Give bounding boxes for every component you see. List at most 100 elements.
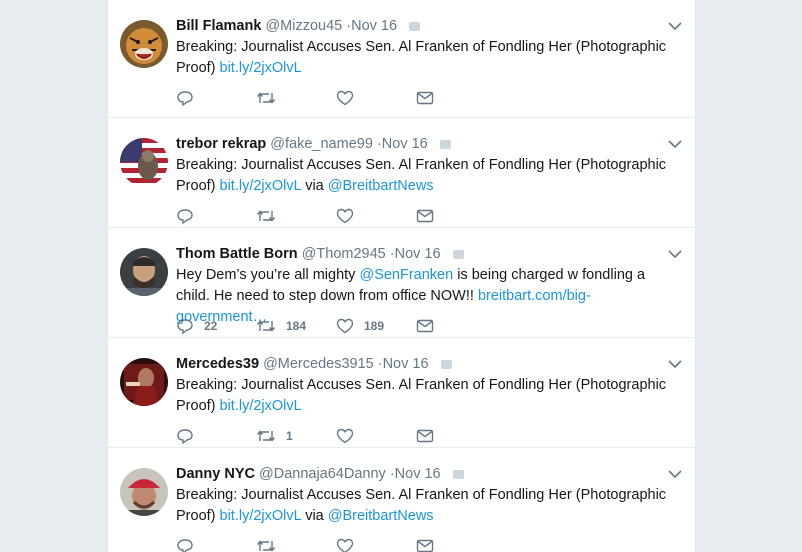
tiger-avatar[interactable]	[120, 20, 168, 68]
retweet-button[interactable]: 1	[256, 426, 293, 446]
retweet-button[interactable]	[256, 88, 276, 108]
reply-button[interactable]: 22	[176, 316, 217, 336]
user-handle[interactable]: @Mercedes3915	[263, 356, 374, 372]
heart-icon	[336, 318, 354, 334]
tweet-stream: Bill Flamank @Mizzou45 ·Nov 16 Breaking:…	[107, 0, 696, 552]
tweet-text-mid: via	[301, 508, 328, 524]
chevron-down-icon[interactable]	[667, 466, 683, 482]
tweet-content: trebor rekrap @fake_name99 ·Nov 16 Break…	[176, 134, 683, 225]
flag-avatar[interactable]	[120, 138, 168, 186]
direct-message-button[interactable]	[416, 536, 434, 552]
chevron-down-icon[interactable]	[667, 246, 683, 262]
translate-icon	[409, 21, 421, 31]
reply-icon	[177, 539, 193, 552]
like-button[interactable]	[336, 426, 354, 446]
retweet-button[interactable]: 184	[256, 316, 306, 336]
direct-message-button[interactable]	[416, 426, 434, 446]
tweet-content: Danny NYC @Dannaja64Danny ·Nov 16 Breaki…	[176, 464, 683, 552]
reply-count: 22	[204, 319, 218, 333]
reply-icon	[177, 429, 193, 445]
retweet-icon	[256, 540, 276, 552]
like-button[interactable]	[336, 536, 354, 552]
tweet-link[interactable]: bit.ly/2jxOlvL	[220, 508, 302, 524]
tweet-text-body: Hey Dem’s you’re all mighty	[176, 267, 360, 283]
tweet-item[interactable]: Mercedes39 @Mercedes3915 ·Nov 16 Breakin…	[108, 338, 695, 448]
reply-icon	[177, 209, 193, 225]
user-handle[interactable]: @Thom2945	[302, 246, 386, 262]
chevron-down-icon[interactable]	[667, 18, 683, 34]
tweet-actions	[176, 536, 516, 552]
chevron-down-icon[interactable]	[667, 136, 683, 152]
user-fullname[interactable]: trebor rekrap	[176, 136, 266, 152]
user-fullname[interactable]: Danny NYC	[176, 466, 255, 482]
tweet-link[interactable]: bit.ly/2jxOlvL	[220, 178, 302, 194]
heart-icon	[336, 428, 354, 444]
mention-link[interactable]: @BreitbartNews	[328, 508, 434, 524]
retweet-button[interactable]	[256, 536, 276, 552]
reply-button[interactable]	[176, 88, 194, 108]
tweet-header: Danny NYC @Dannaja64Danny ·Nov 16	[176, 464, 683, 484]
retweet-button[interactable]	[256, 206, 276, 226]
user-fullname[interactable]: Bill Flamank	[176, 18, 261, 34]
tweet-text: Breaking: Journalist Accuses Sen. Al Fra…	[176, 155, 676, 197]
tweet-text: Breaking: Journalist Accuses Sen. Al Fra…	[176, 375, 676, 417]
envelope-icon	[416, 319, 434, 333]
like-button[interactable]: 189	[336, 316, 384, 336]
heart-icon	[336, 538, 354, 552]
tweet-link[interactable]: bit.ly/2jxOlvL	[220, 60, 302, 76]
retweet-icon	[256, 430, 276, 442]
direct-message-button[interactable]	[416, 206, 434, 226]
direct-message-button[interactable]	[416, 88, 434, 108]
user-fullname[interactable]: Thom Battle Born	[176, 246, 298, 262]
tweet-text-mid: via	[301, 178, 328, 194]
tweet-actions: 22 184 189	[176, 316, 516, 336]
reply-icon	[177, 319, 193, 335]
reply-button[interactable]	[176, 426, 194, 446]
like-button[interactable]	[336, 206, 354, 226]
cap-avatar[interactable]	[120, 468, 168, 516]
like-count: 189	[364, 319, 385, 333]
reply-button[interactable]	[176, 206, 194, 226]
tweet-content: Mercedes39 @Mercedes3915 ·Nov 16 Breakin…	[176, 354, 683, 445]
tweet-actions	[176, 88, 516, 108]
user-handle[interactable]: @Mizzou45	[265, 18, 342, 34]
mention-link[interactable]: @BreitbartNews	[328, 178, 434, 194]
chevron-down-icon[interactable]	[667, 356, 683, 372]
tweet-timestamp[interactable]: Nov 16	[351, 18, 397, 34]
user-fullname[interactable]: Mercedes39	[176, 356, 259, 372]
tweet-content: Bill Flamank @Mizzou45 ·Nov 16 Breaking:…	[176, 16, 683, 107]
translate-icon	[440, 359, 452, 369]
reply-icon	[177, 91, 193, 107]
tweet-timestamp[interactable]: Nov 16	[383, 356, 429, 372]
tweet-item[interactable]: trebor rekrap @fake_name99 ·Nov 16 Break…	[108, 118, 695, 228]
tweet-actions	[176, 206, 516, 226]
retweet-count: 1	[286, 429, 293, 443]
envelope-icon	[416, 539, 434, 552]
envelope-icon	[416, 209, 434, 223]
tweet-item[interactable]: Bill Flamank @Mizzou45 ·Nov 16 Breaking:…	[108, 0, 695, 118]
tweet-timestamp[interactable]: Nov 16	[395, 466, 441, 482]
user-handle[interactable]: @fake_name99	[270, 136, 373, 152]
mention-link[interactable]: @SenFranken	[359, 267, 453, 283]
tweet-item[interactable]: Thom Battle Born @Thom2945 ·Nov 16 Hey D…	[108, 228, 695, 338]
reply-button[interactable]	[176, 536, 194, 552]
tweet-link[interactable]: bit.ly/2jxOlvL	[220, 398, 302, 414]
retweet-icon	[256, 210, 276, 222]
like-button[interactable]	[336, 88, 354, 108]
translate-icon	[439, 139, 451, 149]
retweet-count: 184	[286, 319, 307, 333]
tweet-header: Bill Flamank @Mizzou45 ·Nov 16	[176, 16, 683, 36]
direct-message-button[interactable]	[416, 316, 434, 336]
tweet-header: trebor rekrap @fake_name99 ·Nov 16	[176, 134, 683, 154]
tweet-timestamp[interactable]: Nov 16	[382, 136, 428, 152]
tweet-content: Thom Battle Born @Thom2945 ·Nov 16 Hey D…	[176, 244, 683, 335]
translate-icon	[452, 469, 464, 479]
tweet-header: Mercedes39 @Mercedes3915 ·Nov 16	[176, 354, 683, 374]
man-avatar[interactable]	[120, 248, 168, 296]
envelope-icon	[416, 429, 434, 443]
red-avatar[interactable]	[120, 358, 168, 406]
tweet-item[interactable]: Danny NYC @Dannaja64Danny ·Nov 16 Breaki…	[108, 448, 695, 552]
heart-icon	[336, 90, 354, 106]
tweet-timestamp[interactable]: Nov 16	[395, 246, 441, 262]
user-handle[interactable]: @Dannaja64Danny	[259, 466, 386, 482]
